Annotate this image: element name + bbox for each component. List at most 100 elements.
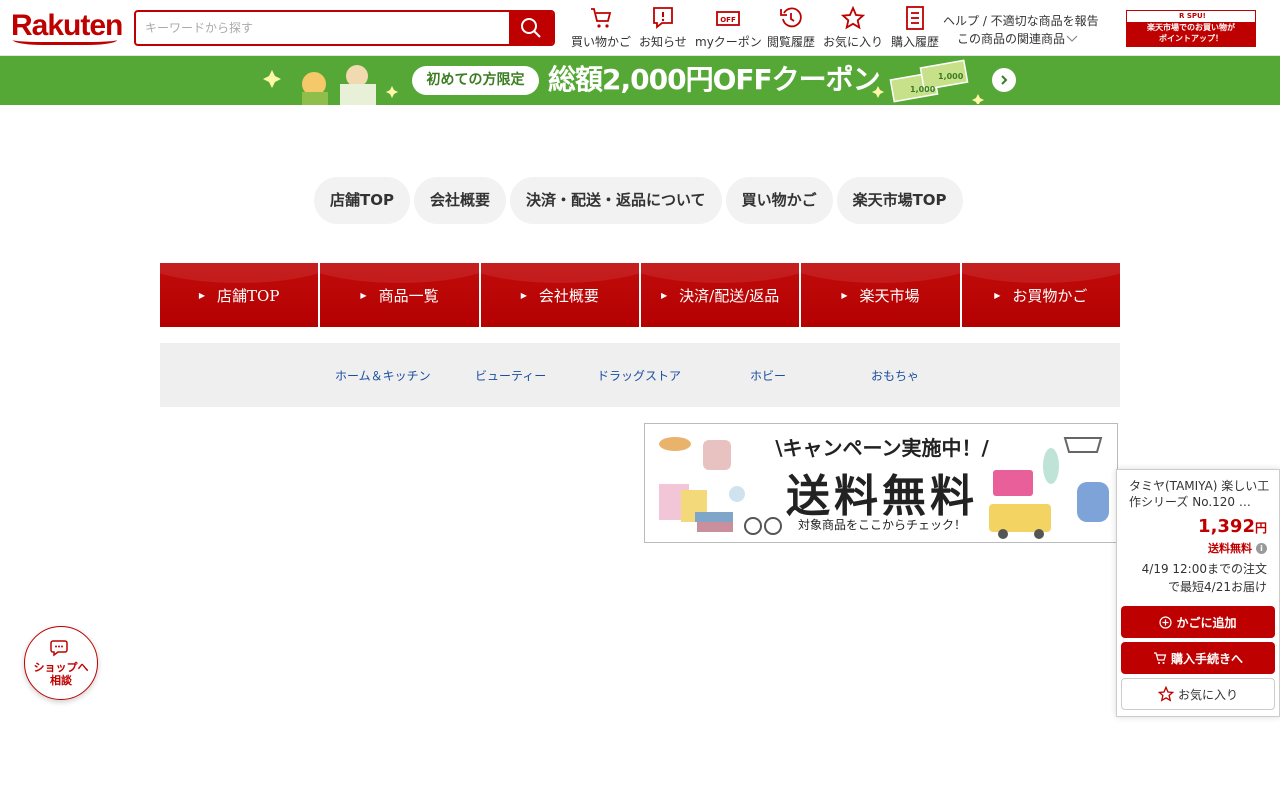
shipping-info: 送料無料 i: [1208, 540, 1267, 556]
banner-headline: 総額2,000円OFFクーポン: [548, 63, 881, 96]
help-links: ヘルプ / 不適切な商品を報告 この商品の関連商品: [943, 12, 1113, 48]
banner-illustration: [263, 65, 398, 105]
nav-notification-label: お知らせ: [639, 35, 687, 49]
svg-text:1,000: 1,000: [938, 72, 964, 81]
shop-nav-payment[interactable]: 決済・配送・返品について: [510, 177, 722, 224]
triangle-right-icon: ▶: [360, 290, 367, 300]
product-price: 1,392円: [1198, 516, 1267, 537]
delivery-info: 4/19 12:00までの注文で最短4/21お届け: [1142, 560, 1267, 596]
shop-nav-top[interactable]: 店舗TOP: [314, 177, 410, 224]
shop-nav-rakuten-top[interactable]: 楽天市場TOP: [836, 177, 963, 224]
nav-history[interactable]: 閲覧履歴: [767, 6, 815, 52]
add-to-cart-button[interactable]: かごに追加: [1121, 606, 1275, 638]
notification-icon: [652, 7, 673, 29]
shop-nav-company[interactable]: 会社概要: [413, 177, 506, 224]
favorite-button[interactable]: お気に入り: [1121, 678, 1275, 710]
star-icon: [841, 6, 865, 30]
triangle-right-icon: ▶: [841, 290, 848, 300]
delivery-line-1: 4/19 12:00までの注文: [1141, 562, 1267, 576]
shop-nav-cart[interactable]: 買い物かご: [725, 177, 833, 224]
favorite-label: お気に入り: [1177, 687, 1238, 702]
price-currency: 円: [1254, 521, 1267, 535]
store-menu-items-label: 商品一覧: [378, 286, 439, 305]
nav-favorites-label: お気に入り: [823, 35, 884, 49]
spu-text-2: ポイントアップ！: [1159, 34, 1223, 43]
site-header: Rakuten 買い物かご お知らせ OFF myクーポン 閲覧履歴 お気に入り…: [0, 0, 1280, 56]
store-menu: ▶ 店舗TOP ▶ 商品一覧 ▶ 会社概要 ▶ 決済/配送/返品 ▶ 楽天市場 ▶ お買物か…: [160, 263, 1120, 327]
spu-logo: R SPU!: [1127, 11, 1255, 22]
consult-label-1: ショップへ: [33, 661, 89, 674]
history-icon: [780, 7, 802, 28]
related-products-link[interactable]: この商品の関連商品: [957, 30, 1113, 48]
nav-purchase-history[interactable]: 購入履歴: [891, 6, 939, 52]
category-drugstore[interactable]: ドラッグストア: [597, 367, 681, 384]
store-menu-top[interactable]: ▶ 店舗TOP: [160, 263, 319, 327]
triangle-right-icon: ▶: [520, 290, 527, 300]
cart-icon: [1153, 651, 1167, 664]
receipt-icon: [906, 6, 924, 30]
delivery-line-2: で最短4/21お届け: [1168, 580, 1267, 594]
floating-buy-box: タミヤ(TAMIYA) 楽しい工作シリーズ No.120 … 1,392円 送料…: [1116, 469, 1280, 717]
promo-free-shipping: 送料無料: [786, 471, 978, 522]
store-menu-company[interactable]: ▶ 会社概要: [480, 263, 639, 327]
related-products-label: この商品の関連商品: [957, 32, 1066, 46]
store-menu-rakuten-label: 楽天市場: [859, 286, 920, 305]
coupon-banner[interactable]: 初めての方限定 総額2,000円OFFクーポン 1,000 1,000: [0, 56, 1280, 105]
store-menu-payment-label: 決済/配送/返品: [679, 286, 780, 305]
add-to-cart-label: かごに追加: [1176, 615, 1237, 630]
nav-notification[interactable]: お知らせ: [639, 6, 687, 52]
banner-next-button[interactable]: [992, 68, 1016, 92]
spu-banner[interactable]: R SPU! 楽天市場でのお買い物が ポイントアップ！: [1126, 10, 1256, 47]
consult-label-2: 相談: [50, 674, 72, 687]
nav-coupon-label: myクーポン: [695, 35, 762, 49]
banner-pill: 初めての方限定: [412, 66, 539, 95]
chevron-down-icon: [1066, 35, 1078, 42]
nav-favorites[interactable]: お気に入り: [823, 6, 883, 52]
nav-cart[interactable]: 買い物かご: [571, 6, 631, 52]
info-icon[interactable]: i: [1256, 542, 1267, 554]
promo-headline: \キャンペーン実施中！/: [775, 436, 989, 460]
banner-coupon-graphic: 1,000 1,000: [872, 59, 984, 104]
rakuten-logo[interactable]: Rakuten: [11, 11, 123, 45]
category-home-kitchen[interactable]: ホーム＆キッチン: [335, 367, 431, 384]
search-icon: [521, 18, 541, 38]
triangle-right-icon: ▶: [661, 290, 668, 300]
nav-history-label: 閲覧履歴: [767, 35, 816, 49]
shop-nav: 店舗TOP 会社概要 決済・配送・返品について 買い物かご 楽天市場TOP: [314, 177, 963, 224]
plus-circle-icon: [1159, 615, 1173, 629]
store-menu-items[interactable]: ▶ 商品一覧: [320, 263, 479, 327]
category-hobby[interactable]: ホビー: [750, 367, 786, 384]
triangle-right-icon: ▶: [994, 290, 1001, 300]
shop-consult-button[interactable]: ショップへ 相談: [24, 626, 98, 700]
checkout-button[interactable]: 購入手続きへ: [1121, 642, 1275, 674]
nav-purchase-history-label: 購入履歴: [891, 35, 940, 49]
category-toys[interactable]: おもちゃ: [871, 367, 919, 384]
promo-footer: 対象商品をここからチェック！: [797, 518, 966, 532]
coupon-icon: OFF: [716, 11, 741, 26]
search-box: [134, 10, 555, 46]
store-menu-rakuten[interactable]: ▶ 楽天市場: [801, 263, 960, 327]
free-shipping-banner[interactable]: \キャンペーン実施中！/ 送料無料 対象商品をここからチェック！: [644, 423, 1118, 543]
checkout-label: 購入手続きへ: [1170, 651, 1243, 666]
search-button[interactable]: [509, 12, 553, 44]
svg-text:OFF: OFF: [721, 16, 737, 24]
price-value: 1,392: [1198, 516, 1255, 537]
spu-text-1: 楽天市場でのお買い物が: [1147, 23, 1235, 32]
category-beauty[interactable]: ビューティー: [475, 367, 546, 384]
store-menu-company-label: 会社概要: [538, 286, 599, 305]
chevron-right-icon: [1001, 75, 1008, 85]
cart-icon: [591, 8, 612, 28]
category-bar: ホーム＆キッチン ビューティー ドラッグストア ホビー おもちゃ: [160, 343, 1120, 407]
search-input[interactable]: [136, 12, 511, 44]
store-menu-payment[interactable]: ▶ 決済/配送/返品: [640, 263, 800, 327]
product-name: タミヤ(TAMIYA) 楽しい工作シリーズ No.120 …: [1129, 479, 1270, 509]
star-icon: [1157, 686, 1174, 702]
store-menu-top-label: 店舗TOP: [217, 286, 280, 305]
nav-cart-label: 買い物かご: [571, 35, 632, 49]
nav-coupon[interactable]: OFF myクーポン: [695, 6, 762, 52]
chat-icon: [50, 640, 68, 657]
triangle-right-icon: ▶: [198, 290, 206, 300]
store-menu-cart[interactable]: ▶ お買物かご: [961, 263, 1120, 327]
shipping-label: 送料無料: [1208, 542, 1252, 555]
help-report-link[interactable]: ヘルプ / 不適切な商品を報告: [943, 12, 1113, 30]
